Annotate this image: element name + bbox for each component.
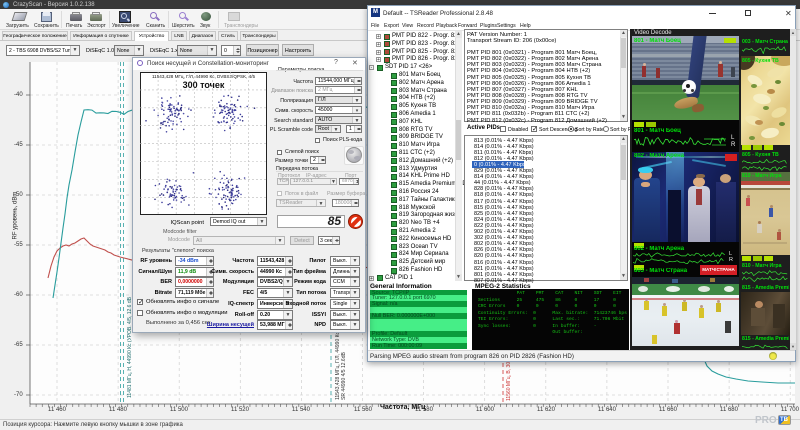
svg-text:SR 44990 4/5 12.6dB: SR 44990 4/5 12.6dB (341, 352, 347, 400)
